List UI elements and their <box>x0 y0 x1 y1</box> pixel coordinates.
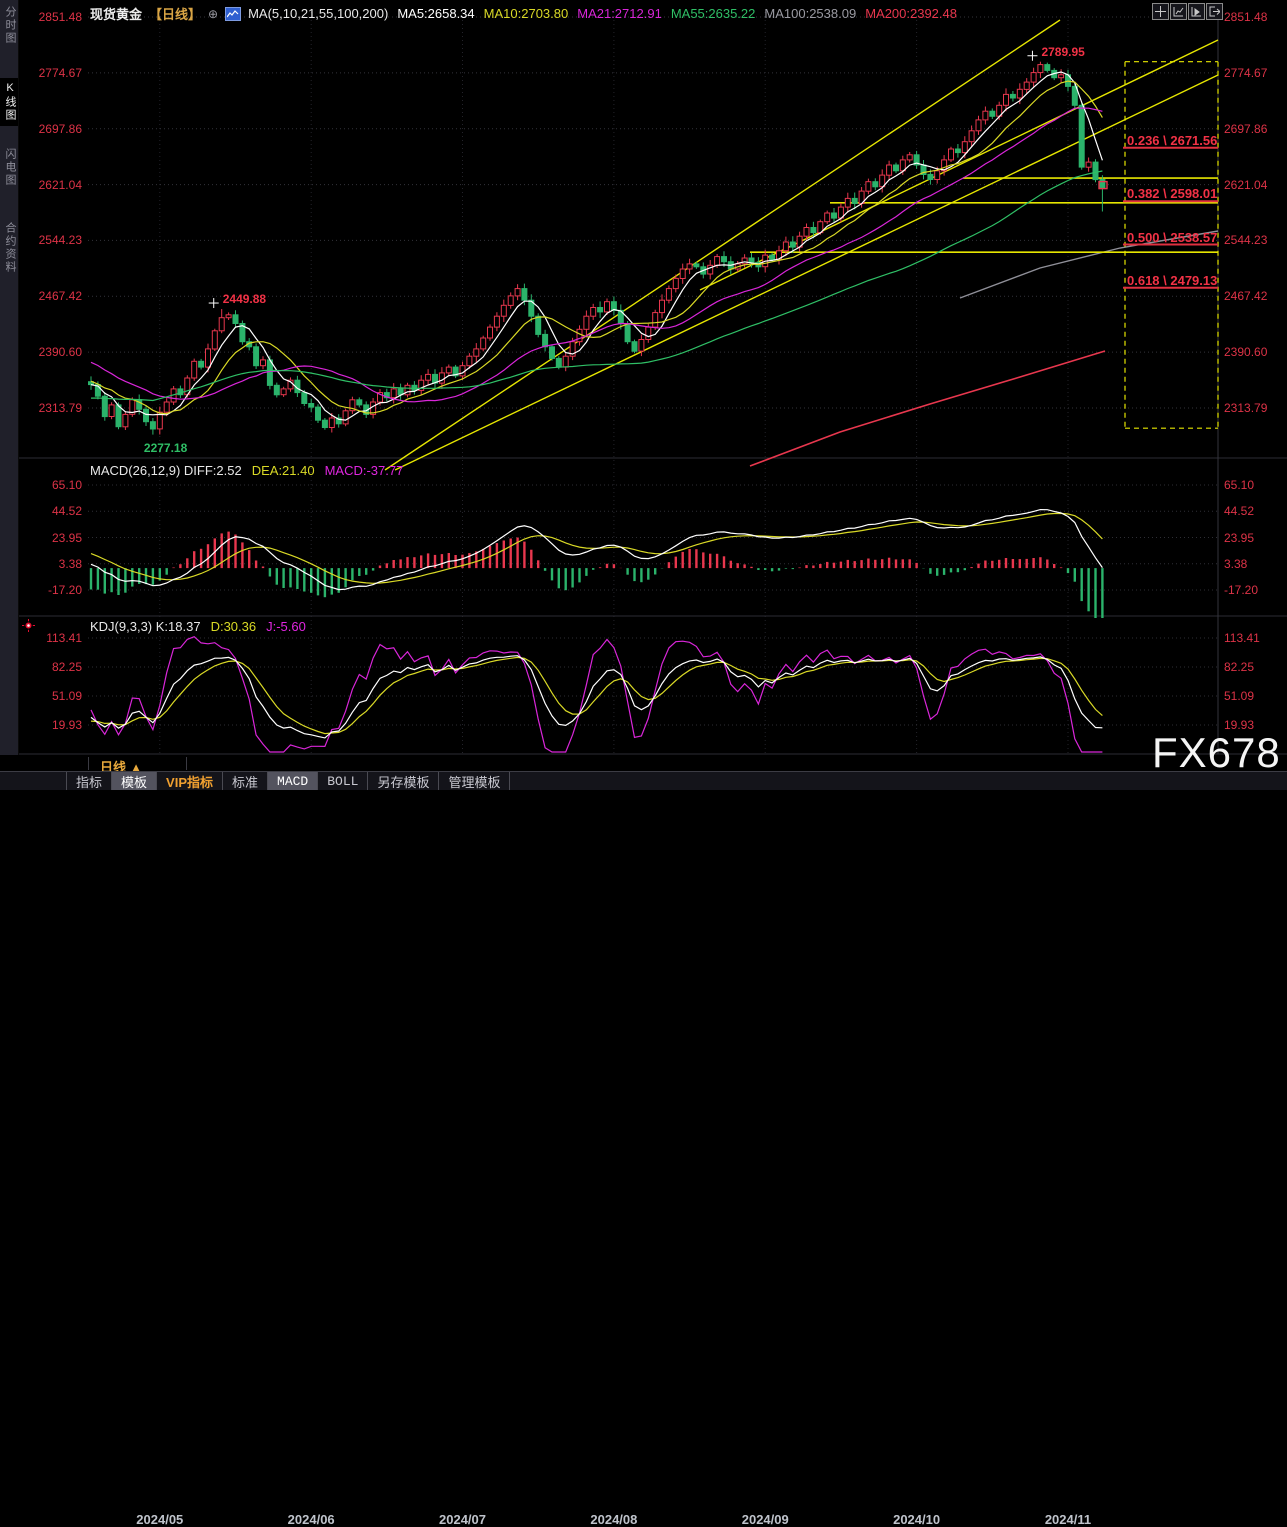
ma-legend-item: MA21:2712.91 <box>577 6 662 21</box>
sidebar-item-1[interactable]: 分时图 <box>0 6 18 45</box>
indicator-header-part: KDJ(9,3,3) K:18.37 <box>90 619 201 634</box>
symbol-title: 现货黄金 <box>90 4 142 23</box>
date-axis: 2024/052024/062024/072024/082024/092024/… <box>0 755 1287 771</box>
kdj-axis-label-right: 51.09 <box>1224 690 1254 702</box>
macd-axis-label-left: 23.95 <box>16 532 82 544</box>
sidebar-item-3[interactable]: 闪电图 <box>0 148 18 187</box>
price-axis-label-left: 2467.42 <box>16 290 82 302</box>
ma-legend-item: MA200:2392.48 <box>865 6 957 21</box>
ma-legend-item: MA100:2538.09 <box>764 6 856 21</box>
price-axis-label-right: 2467.42 <box>1224 290 1267 302</box>
price-axis-label-left: 2774.67 <box>16 67 82 79</box>
area-chart-icon[interactable] <box>1170 3 1187 20</box>
play-chart-icon[interactable] <box>1188 3 1205 20</box>
indicator-header-part: MACD(26,12,9) DIFF:2.52 <box>90 463 242 478</box>
ma-legend-item: MA(5,10,21,55,100,200) <box>248 6 388 21</box>
price-axis-label-left: 2851.48 <box>16 11 82 23</box>
toolbar-item-MACD[interactable]: MACD <box>268 772 318 790</box>
macd-axis-label-right: 23.95 <box>1224 532 1254 544</box>
macd-axis-label-right: 3.38 <box>1224 558 1247 570</box>
macd-axis-label-right: -17.20 <box>1224 584 1258 596</box>
indicator-header-part: J:-5.60 <box>266 619 306 634</box>
macd-header: MACD(26,12,9) DIFF:2.52 DEA:21.40 MACD:-37… <box>90 463 413 478</box>
kdj-axis-label-right: 82.25 <box>1224 661 1254 673</box>
date-label: 2024/09 <box>742 1512 789 1527</box>
alert-icon[interactable] <box>22 619 35 632</box>
fib-level-label: 0.500 \ 2538.57 <box>1127 230 1217 245</box>
price-axis-label-right: 2697.86 <box>1224 123 1267 135</box>
ma-legend-item: MA10:2703.80 <box>484 6 569 21</box>
pan-tool-icon[interactable] <box>1152 3 1169 20</box>
bottom-toolbar: 指标模板VIP指标标准MACDBOLL另存模板管理模板 <box>0 771 1287 790</box>
watermark: FX678 <box>1152 729 1281 777</box>
macd-axis-label-right: 65.10 <box>1224 479 1254 491</box>
toolbar-item-VIP指标[interactable]: VIP指标 <box>157 772 223 790</box>
toolbar-item-管理模板[interactable]: 管理模板 <box>439 772 510 790</box>
toolbar-item-另存模板[interactable]: 另存模板 <box>368 772 439 790</box>
period-label: 【日线】 <box>149 4 201 23</box>
macd-axis-label-left: 65.10 <box>16 479 82 491</box>
exit-view-icon[interactable] <box>1206 3 1223 20</box>
ma-legend: MA(5,10,21,55,100,200) MA5:2658.34 MA10:27… <box>248 6 966 21</box>
collapse-icon[interactable]: ⊕ <box>208 7 218 21</box>
price-axis-label-right: 2774.67 <box>1224 67 1267 79</box>
sidebar-item-2[interactable]: K线图 <box>0 78 18 126</box>
price-axis-label-right: 2544.23 <box>1224 234 1267 246</box>
date-label: 2024/10 <box>893 1512 940 1527</box>
kdj-axis-label-left: 82.25 <box>16 661 82 673</box>
kdj-axis-label-left: 19.93 <box>16 719 82 731</box>
indicator-header-part: D:30.36 <box>211 619 257 634</box>
toolbar-item-BOLL[interactable]: BOLL <box>318 772 368 790</box>
toolbar-item-标准[interactable]: 标准 <box>223 772 268 790</box>
trading-app: 分时图 K线图闪电图合约资料 现货黄金 【日线】 ⊕ MA(5,10,21,55,… <box>0 0 1287 790</box>
fib-level-label: 0.236 \ 2671.56 <box>1127 133 1217 148</box>
chart-type-icon <box>225 7 241 21</box>
price-axis-label-left: 2390.60 <box>16 346 82 358</box>
chart-header: 现货黄金 【日线】 ⊕ MA(5,10,21,55,100,200) MA5:26… <box>90 4 966 23</box>
toolbar-item-模板[interactable]: 模板 <box>112 772 157 790</box>
kdj-axis-label-left: 51.09 <box>16 690 82 702</box>
date-label: 2024/07 <box>439 1512 486 1527</box>
kdj-axis-label-right: 113.41 <box>1224 632 1260 644</box>
price-annotation: 2449.88 <box>223 292 266 306</box>
sidebar-item-4[interactable]: 合约资料 <box>0 222 18 274</box>
fib-level-label: 0.618 \ 2479.13 <box>1127 273 1217 288</box>
macd-axis-label-right: 44.52 <box>1224 505 1254 517</box>
date-label: 2024/11 <box>1045 1512 1091 1527</box>
price-axis-label-right: 2390.60 <box>1224 346 1267 358</box>
macd-axis-label-left: -17.20 <box>16 584 82 596</box>
price-axis-label-right: 2851.48 <box>1224 11 1267 23</box>
date-label: 2024/05 <box>136 1512 183 1527</box>
left-sidebar: 分时图 K线图闪电图合约资料 <box>0 0 19 755</box>
macd-axis-label-left: 44.52 <box>16 505 82 517</box>
date-label: 2024/08 <box>590 1512 637 1527</box>
price-axis-label-left: 2313.79 <box>16 402 82 414</box>
indicator-header-part: MACD:-37.77 <box>325 463 404 478</box>
indicator-header-part: DEA:21.40 <box>252 463 315 478</box>
price-annotation: 2789.95 <box>1041 45 1084 59</box>
fib-level-label: 0.382 \ 2598.01 <box>1127 186 1217 201</box>
macd-axis-label-left: 3.38 <box>16 558 82 570</box>
price-axis-label-left: 2544.23 <box>16 234 82 246</box>
kdj-header: KDJ(9,3,3) K:18.37 D:30.36 J:-5.60 <box>90 619 316 634</box>
price-axis-label-right: 2621.04 <box>1224 179 1267 191</box>
ma-legend-item: MA55:2635.22 <box>671 6 756 21</box>
date-label: 2024/06 <box>288 1512 335 1527</box>
price-axis-label-right: 2313.79 <box>1224 402 1267 414</box>
price-annotation: 2277.18 <box>144 441 187 455</box>
kdj-axis-label-left: 113.41 <box>16 632 82 644</box>
ma-legend-item: MA5:2658.34 <box>397 6 474 21</box>
price-axis-label-left: 2697.86 <box>16 123 82 135</box>
price-axis-label-left: 2621.04 <box>16 179 82 191</box>
chart-canvas[interactable] <box>0 0 1287 795</box>
toolbar-item-指标[interactable]: 指标 <box>66 772 112 790</box>
